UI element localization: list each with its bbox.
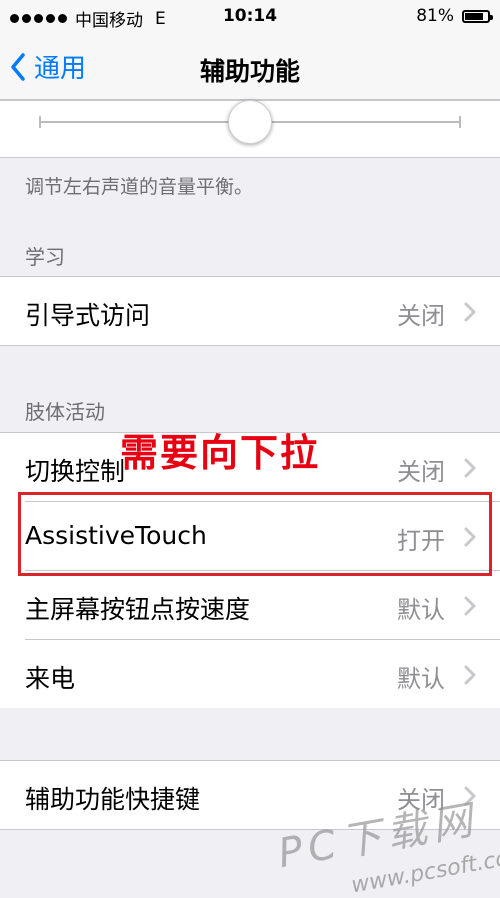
row-value: 默认 — [397, 665, 445, 693]
row-value: 默认 — [397, 596, 445, 624]
chevron-right-icon — [464, 458, 476, 478]
status-right: 81% — [416, 6, 493, 26]
learning-group: 引导式访问 关闭 — [0, 276, 500, 346]
row-label: 切换控制 — [25, 457, 126, 486]
row-label: 主屏幕按钮点按速度 — [25, 595, 251, 624]
chevron-left-icon — [11, 52, 25, 81]
row-guided-access[interactable]: 引导式访问 关闭 — [0, 277, 500, 345]
carrier-name: 中国移动 — [75, 11, 143, 31]
annotation-text: 需要向下拉 — [120, 431, 321, 475]
balance-footer-note: 调节左右声道的音量平衡。 — [25, 176, 254, 198]
section-header-physical: 肢体活动 — [25, 400, 105, 424]
chevron-right-icon — [464, 596, 476, 616]
battery-icon — [462, 9, 493, 23]
balance-slider-cell — [0, 100, 500, 158]
network-type: E — [155, 8, 166, 29]
chevron-right-icon — [464, 665, 476, 685]
navigation-bar: 通用 辅助功能 — [0, 36, 500, 100]
row-value: 关闭 — [397, 302, 445, 330]
battery-percent: 81% — [416, 6, 454, 26]
row-value: 关闭 — [397, 458, 445, 486]
status-bar: 中国移动 E 10:14 81% — [0, 0, 500, 36]
signal-strength-icon — [10, 14, 67, 23]
balance-slider-thumb[interactable] — [228, 100, 272, 144]
row-label: 引导式访问 — [25, 301, 151, 330]
row-home-click-speed[interactable]: 主屏幕按钮点按速度 默认 — [0, 571, 500, 639]
row-incoming-calls[interactable]: 来电 默认 — [0, 640, 500, 708]
section-header-learning: 学习 — [25, 245, 65, 269]
row-label: 辅助功能快捷键 — [25, 785, 201, 814]
annotation-highlight-box — [18, 492, 492, 576]
chevron-right-icon — [464, 302, 476, 322]
back-button[interactable]: 通用 — [10, 48, 86, 85]
back-label: 通用 — [34, 54, 87, 84]
status-left: 中国移动 E — [10, 6, 166, 31]
row-label: 来电 — [25, 664, 76, 693]
